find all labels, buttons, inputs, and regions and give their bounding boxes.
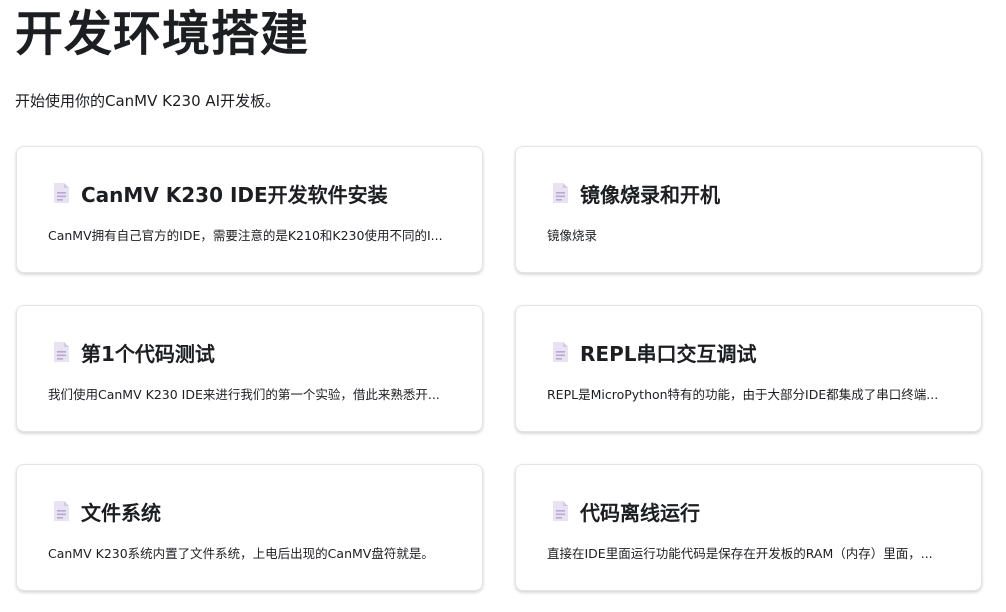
card-description: 我们使用CanMV K230 IDE来进行我们的第一个实验，借此来熟悉开... [48,387,440,402]
card-title-row: 第1个代码测试 [48,337,451,367]
page-title: 开发环境搭建 [15,6,310,62]
card-title: REPL串口交互调试 [580,341,757,366]
card-title: 代码离线运行 [580,500,700,525]
card-file-system[interactable]: 文件系统 CanMV K230系统内置了文件系统，上电后出现的CanMV盘符就是… [16,464,483,591]
document-icon [48,339,74,365]
document-icon [48,498,74,524]
card-first-code-test[interactable]: 第1个代码测试 我们使用CanMV K230 IDE来进行我们的第一个实验，借此… [16,305,483,432]
document-icon [547,498,573,524]
card-repl-debug[interactable]: REPL串口交互调试 REPL是MicroPython特有的功能，由于大部分ID… [515,305,982,432]
card-title: 第1个代码测试 [81,341,215,366]
card-title-row: CanMV K230 IDE开发软件安装 [48,178,451,208]
card-ide-install[interactable]: CanMV K230 IDE开发软件安装 CanMV拥有自己官方的IDE，需要注… [16,146,483,273]
document-icon [547,180,573,206]
card-title: 镜像烧录和开机 [580,182,720,207]
card-title-row: 代码离线运行 [547,496,950,526]
card-description: REPL是MicroPython特有的功能，由于大部分IDE都集成了串口终端..… [547,387,939,402]
card-grid: CanMV K230 IDE开发软件安装 CanMV拥有自己官方的IDE，需要注… [16,146,982,591]
card-title-row: 文件系统 [48,496,451,526]
document-icon [48,180,74,206]
card-description: CanMV K230系统内置了文件系统，上电后出现的CanMV盘符就是。 [48,546,434,561]
card-description: CanMV拥有自己官方的IDE，需要注意的是K210和K230使用不同的I... [48,228,443,243]
document-icon [547,339,573,365]
page-subtitle: 开始使用你的CanMV K230 AI开发板。 [15,92,281,110]
card-title-row: 镜像烧录和开机 [547,178,950,208]
card-offline-run[interactable]: 代码离线运行 直接在IDE里面运行功能代码是保存在开发板的RAM（内存）里面，.… [515,464,982,591]
card-title: CanMV K230 IDE开发软件安装 [81,182,388,207]
card-image-flash[interactable]: 镜像烧录和开机 镜像烧录 [515,146,982,273]
card-description: 镜像烧录 [547,228,598,243]
card-title-row: REPL串口交互调试 [547,337,950,367]
card-description: 直接在IDE里面运行功能代码是保存在开发板的RAM（内存）里面，... [547,546,933,561]
card-title: 文件系统 [81,500,161,525]
